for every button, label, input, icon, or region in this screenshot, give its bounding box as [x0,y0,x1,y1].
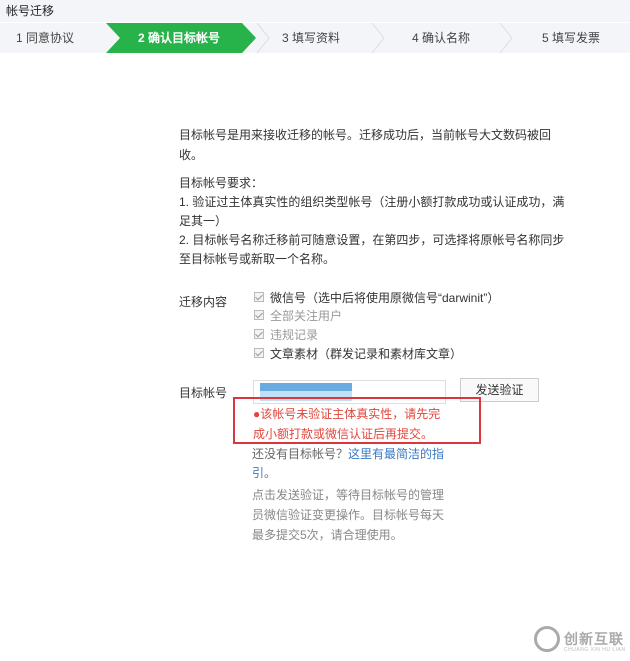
error-line-2: 成小额打款或微信认证后再提交。 [253,427,434,441]
step-separator [256,23,270,53]
verification-note: 点击发送验证，等待目标帐号的管理 员微信验证变更操作。目标帐号每天 最多提交5次… [252,485,452,545]
requirement-2a: 2. 目标帐号名称迁移前可随意设置，在第四步，可选择将原帐号名称同步 [179,233,565,247]
migration-item-followers: 全部关注用户 [254,306,342,324]
migration-item-wechat-id[interactable]: 微信号（选中后将使用原微信号“darwinit”） [254,288,499,306]
checkbox-checked-icon [254,310,264,320]
note-line-1: 点击发送验证，等待目标帐号的管理 [252,488,445,502]
step-separator [371,23,385,53]
target-account-label: 目标帐号 [179,386,228,400]
migration-item-articles[interactable]: 文章素材（群发记录和素材库文章） [254,344,462,362]
step-confirm-target: 2 确认目标帐号 [138,31,221,45]
progress-steps: 1 同意协议 2 确认目标帐号 3 填写资料 4 确认名称 5 填写发票 [0,23,630,53]
no-target-hint-cont: 引。 [252,463,452,483]
requirements-heading: 目标帐号要求： [179,176,264,190]
intro-line-1: 目标帐号是用来接收迁移的帐号。迁移成功后，当前帐号大文数码被回 [179,128,552,142]
error-message: ●该帐号未验证主体真实性，请先完 成小额打款或微信认证后再提交。 [253,404,473,444]
hint-suffix: 。 [264,466,277,480]
intro-line-2: 收。 [179,148,204,162]
migration-item-label: 违规记录 [270,327,319,342]
watermark-text: 创新互联 [564,631,624,647]
step-agree: 1 同意协议 [16,31,75,45]
migration-item-label: 文章素材（群发记录和素材库文章） [270,346,463,361]
note-line-3: 最多提交5次，请合理使用。 [252,528,403,542]
migration-content-label: 迁移内容 [179,295,228,309]
page-title: 帐号迁移 [6,4,55,18]
requirement-1b: 足其一） [179,214,228,228]
checkbox-checked-icon[interactable] [254,292,264,302]
step-fill-info: 3 填写资料 [282,31,341,45]
checkbox-checked-icon [254,329,264,339]
watermark-logo-icon [534,626,560,652]
no-target-hint: 还没有目标帐号？这里有最简洁的指 [252,444,452,464]
note-line-2: 员微信验证变更操作。目标帐号每天 [252,508,445,522]
requirement-1a: 1. 验证过主体真实性的组织类型帐号（注册小额打款成功或认证成功，满 [179,195,565,209]
watermark-subtext: CHUANG XIN HU LIAN [564,647,626,653]
migration-item-label: 微信号（选中后将使用原微信号“darwinit”） [270,290,500,305]
step-separator [499,23,513,53]
step-confirm-name: 4 确认名称 [412,31,471,45]
requirement-2b: 至目标帐号或新取一个名称。 [179,252,336,266]
checkbox-checked-icon[interactable] [254,348,264,358]
watermark: 创新互联 CHUANG XIN HU LIAN [526,620,630,661]
redacted-input-value [260,383,352,391]
error-line-1: ●该帐号未验证主体真实性，请先完 [253,407,441,421]
step-fill-invoice: 5 填写发票 [542,31,601,45]
guide-link-cont[interactable]: 引 [252,466,264,480]
hint-prefix: 还没有目标帐号？ [252,447,349,461]
migration-item-label: 全部关注用户 [270,308,343,323]
guide-link[interactable]: 这里有最简洁的指 [348,447,444,461]
migration-item-violations: 违规记录 [254,325,318,343]
title-bar: 帐号迁移 [0,0,630,22]
error-highlight-box: ●该帐号未验证主体真实性，请先完 成小额打款或微信认证后再提交。 [233,397,481,444]
